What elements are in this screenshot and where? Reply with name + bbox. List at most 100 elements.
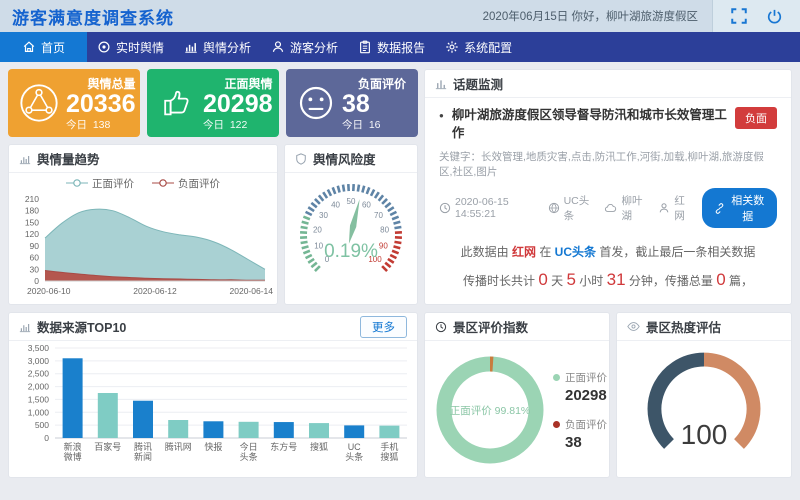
stat-card-negative: 负面评价 38 今日 16 [286,69,418,137]
svg-text:90: 90 [30,241,40,251]
meta-location: 柳叶湖 [604,193,645,223]
bar[interactable] [133,401,153,438]
svg-text:70: 70 [374,211,383,220]
bar[interactable] [274,422,294,438]
risk-title: 舆情风险度 [313,149,376,168]
svg-text:2,500: 2,500 [28,369,50,379]
eval-legend-item[interactable]: 正面评价20298 [553,370,607,404]
svg-text:2020-06-10: 2020-06-10 [27,286,71,296]
heat-gauge [617,341,791,475]
fullscreen-icon[interactable] [730,7,748,25]
system-icons [712,0,800,32]
legend-dot [553,421,560,428]
meta-media: 红网 [658,193,689,223]
link-icon [714,203,725,214]
bar[interactable] [63,358,83,438]
more-button[interactable]: 更多 [360,316,407,338]
svg-text:150: 150 [25,217,39,227]
eval-legend-item[interactable]: 负面评价38 [553,417,607,451]
svg-text:50: 50 [347,197,356,206]
bar[interactable] [379,426,399,438]
nav-label: 首页 [41,39,65,56]
summary-text: 31 [607,270,626,289]
legend-value: 38 [565,434,607,451]
legend-item[interactable]: 负面评价 [152,176,220,191]
heat-panel: 景区热度评估 100 [616,312,792,478]
svg-text:60: 60 [362,201,371,210]
nav-item-config[interactable]: 系统配置 [435,32,522,62]
svg-text:百家号: 百家号 [94,441,121,452]
power-icon[interactable] [766,8,783,25]
stat-card-positive: 正面舆情 20298 今日 122 [147,69,279,137]
person-icon [658,202,670,214]
topic-item: ● 柳叶湖旅游度假区领导督导防汛和城市长效管理工作 负面 [439,107,777,142]
bar[interactable] [203,421,223,438]
nav-item-home[interactable]: 首页 [0,32,87,62]
neutral-face-icon [296,83,336,123]
svg-text:搜狐: 搜狐 [380,451,398,462]
topic-title: 话题监测 [453,74,503,93]
heat-value: 100 [617,419,791,451]
summary-text: 0 [538,270,547,289]
bar[interactable] [309,423,329,438]
bar[interactable] [98,393,118,438]
svg-text:2020-06-12: 2020-06-12 [133,286,177,296]
stat-today: 今日 138 [66,117,136,132]
thumbs-up-icon [157,83,197,123]
svg-text:头条: 头条 [345,451,363,462]
topic-summary: 此数据由 红网 在 UC头条 首发，截止最后一条相关数据传播时长共计 0 天 5… [439,241,777,305]
heat-title: 景区热度评估 [646,317,721,336]
nav-label: 数据报告 [377,39,425,56]
bar[interactable] [239,422,259,438]
main-content: 舆情总量 20336 今日 138 正面舆情 20298 今日 122 负面评价… [0,62,800,485]
header-right: 2020年06月15日 你好，柳叶湖旅游度假区 [483,0,800,32]
topic-headline[interactable]: 柳叶湖旅游度假区领导督导防汛和城市长效管理工作 [452,107,727,142]
stat-value: 38 [342,92,406,118]
meta-source: UC头条 [548,193,592,223]
legend-item[interactable]: 正面评价 [66,176,134,191]
row-top: 舆情总量 20336 今日 138 正面舆情 20298 今日 122 负面评价… [8,69,792,305]
topic-panel: 话题监测 ● 柳叶湖旅游度假区领导督导防汛和城市长效管理工作 负面 关键字：长效… [424,69,792,305]
eval-clock-icon [435,321,447,333]
evaluation-panel: 景区评价指数 正面评价 99.81% 正面评价20298负面评价38 [424,312,610,478]
topic-body: ● 柳叶湖旅游度假区领导督导防汛和城市长效管理工作 负面 关键字：长效管理,地质… [425,98,791,305]
nav-item-report[interactable]: 数据报告 [348,32,435,62]
analysis-icon [184,40,198,54]
main-nav: 首页 实时舆情舆情分析游客分析 数据报告系统配置 [0,32,800,62]
clock-icon [439,202,451,214]
svg-text:新闻: 新闻 [134,451,152,462]
svg-text:UC: UC [348,442,361,452]
trend-title: 舆情量趋势 [37,149,100,168]
svg-text:腾讯: 腾讯 [134,441,152,452]
summary-text: 0 [716,270,725,289]
sources-chart: 05001,0001,5002,0002,5003,0003,500新浪微博百家… [9,341,417,478]
nav-item-analysis[interactable]: 舆情分析 [174,32,261,62]
eye-icon [627,321,640,332]
bar[interactable] [344,425,364,438]
svg-text:搜狐: 搜狐 [310,441,328,452]
svg-text:腾讯网: 腾讯网 [165,441,192,452]
nav-item-visitor[interactable]: 游客分析 [261,32,348,62]
summary-text: 此数据由 [461,245,512,259]
nav-item-realtime[interactable]: 实时舆情 [87,32,174,62]
summary-text: 小时 [576,274,607,288]
home-icon [22,40,36,54]
trend-chart-icon [19,153,31,165]
summary-text: UC头条 [555,245,596,259]
evaluation-donut: 正面评价 99.81% [427,345,553,475]
summary-text: 红网 [512,245,536,259]
svg-text:1,000: 1,000 [28,407,50,417]
globe-icon [548,202,560,214]
risk-gauge: 0102030405060708090100 [285,173,417,294]
app-title: 游客满意度调查系统 [0,4,174,29]
trend-chart: 03060901201501802102020-06-102020-06-122… [9,193,277,305]
stat-cards: 舆情总量 20336 今日 138 正面舆情 20298 今日 122 负面评价… [8,69,418,137]
related-data-button[interactable]: 相关数据 [702,188,777,228]
svg-text:0: 0 [44,433,49,443]
legend-value: 20298 [565,387,607,404]
svg-text:30: 30 [319,211,328,220]
bar[interactable] [168,420,188,438]
config-icon [445,40,459,54]
evaluation-legend: 正面评价20298 负面评价38 [553,370,607,451]
svg-text:新浪: 新浪 [64,441,82,452]
